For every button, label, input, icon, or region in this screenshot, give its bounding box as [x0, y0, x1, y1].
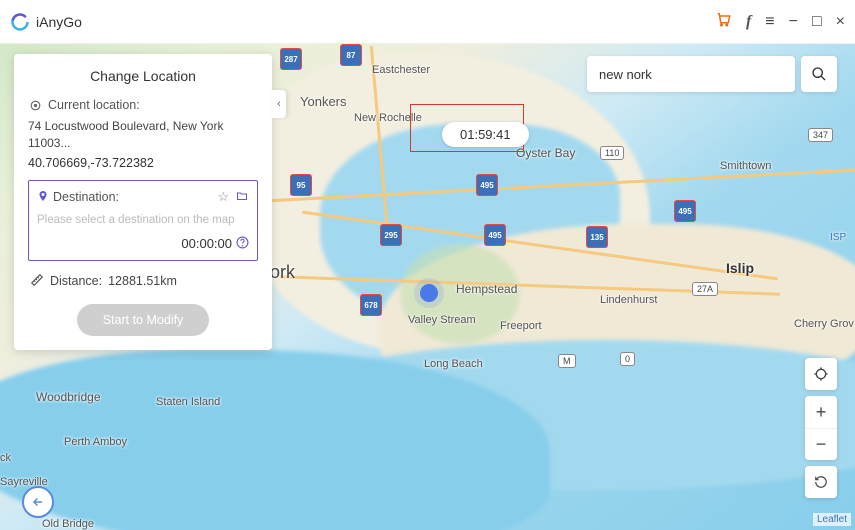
- destination-placeholder: Please select a destination on the map: [37, 214, 249, 226]
- exit-badge: 347: [808, 128, 833, 142]
- app-title: iAnyGo: [36, 14, 82, 30]
- destination-time: 00:00:00: [181, 236, 232, 251]
- destination-label: Destination:: [53, 190, 119, 204]
- map-label: Smithtown: [720, 160, 771, 172]
- map-attribution[interactable]: Leaflet: [813, 513, 851, 526]
- zoom-out-button[interactable]: −: [805, 428, 837, 460]
- ruler-icon: [30, 273, 44, 290]
- favorite-icon[interactable]: ☆: [217, 189, 229, 205]
- search-input[interactable]: [587, 56, 795, 92]
- search-button[interactable]: [801, 56, 837, 92]
- maximize-icon[interactable]: □: [812, 13, 822, 31]
- help-icon[interactable]: [236, 236, 249, 252]
- distance-label: Distance:: [50, 274, 102, 288]
- side-panel: ‹ Change Location Current location: 74 L…: [14, 54, 272, 350]
- map-canvas[interactable]: Eastchester Yonkers New Rochelle Oyster …: [0, 44, 855, 530]
- cart-icon[interactable]: [714, 10, 732, 33]
- folder-icon[interactable]: [235, 190, 249, 205]
- pin-icon: [37, 189, 49, 206]
- current-location-label: Current location:: [48, 98, 140, 112]
- current-location-dot: [420, 284, 438, 302]
- distance-value: 12881.51km: [108, 274, 177, 288]
- locate-button[interactable]: [805, 358, 837, 390]
- zoom-in-button[interactable]: +: [805, 396, 837, 428]
- search-icon: [811, 66, 827, 82]
- map-label: ISP: [830, 232, 846, 243]
- panel-title: Change Location: [28, 68, 258, 84]
- target-icon: [28, 98, 42, 112]
- minimize-icon[interactable]: −: [789, 13, 798, 31]
- app-logo: [10, 12, 30, 32]
- current-address: 74 Locustwood Boulevard, New York 11003.…: [28, 118, 258, 152]
- route-shield: 287: [280, 48, 302, 70]
- facebook-icon[interactable]: f: [746, 13, 751, 31]
- undo-icon: [814, 475, 828, 489]
- countdown-timer: 01:59:41: [442, 122, 529, 147]
- collapse-panel-button[interactable]: ‹: [272, 90, 286, 118]
- back-button[interactable]: [22, 486, 54, 518]
- start-modify-button[interactable]: Start to Modify: [77, 304, 210, 336]
- locate-icon: [813, 366, 829, 382]
- close-icon[interactable]: ×: [836, 13, 845, 31]
- titlebar: iAnyGo f ≡ − □ ×: [0, 0, 855, 44]
- menu-icon[interactable]: ≡: [765, 13, 774, 31]
- reset-button[interactable]: [805, 466, 837, 498]
- arrow-left-icon: [31, 495, 45, 509]
- current-coordinates: 40.706669,-73.722382: [28, 156, 258, 170]
- route-shield: 495: [674, 200, 696, 222]
- destination-box: Destination: ☆ Please select a destinati…: [28, 180, 258, 261]
